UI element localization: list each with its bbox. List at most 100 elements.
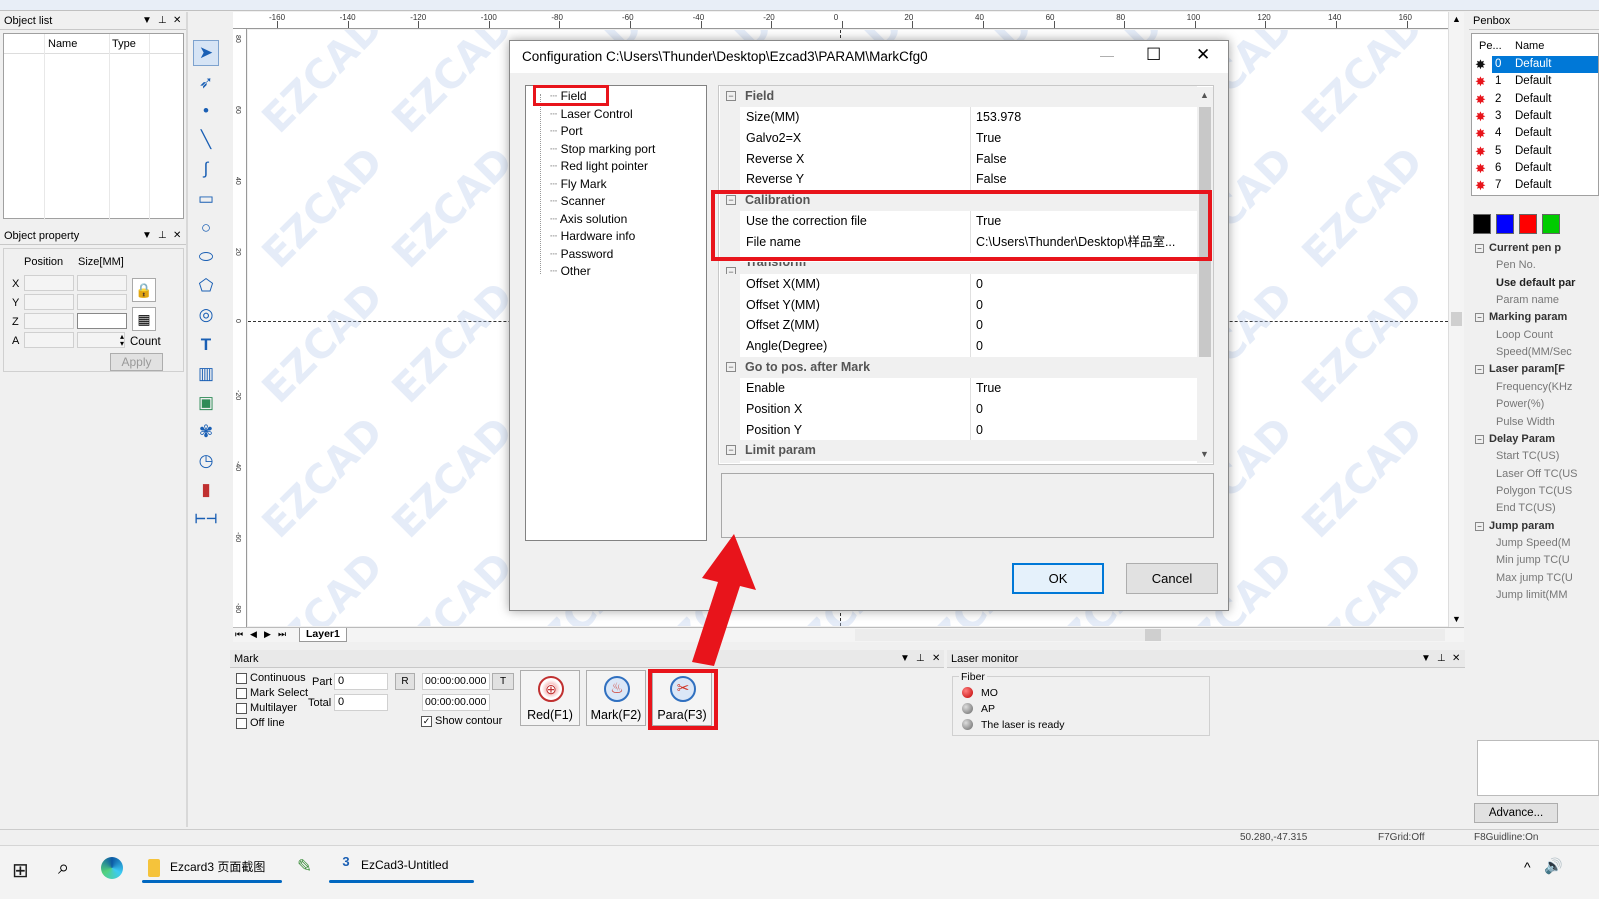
tree-item-password[interactable]: ┄ Password bbox=[550, 247, 613, 261]
pen-param-category[interactable]: − Marking param bbox=[1475, 311, 1567, 323]
next-layer-icon[interactable]: ▶ bbox=[264, 629, 271, 640]
color-swatch[interactable] bbox=[1496, 214, 1514, 234]
tree-item-fly-mark[interactable]: ┄ Fly Mark bbox=[550, 177, 607, 191]
pen-param-item[interactable]: End TC(US) bbox=[1496, 502, 1556, 514]
hscroll-thumb[interactable] bbox=[1145, 629, 1161, 641]
pen-param-category[interactable]: − Delay Param bbox=[1475, 433, 1555, 445]
pen-param-item[interactable]: Jump Speed(M bbox=[1496, 537, 1571, 549]
chevron-down-icon[interactable]: ▼ bbox=[142, 12, 152, 30]
tree-item-red-light-pointer[interactable]: ┄ Red light pointer bbox=[550, 159, 648, 173]
offline-checkbox[interactable]: Off line bbox=[236, 717, 285, 729]
close-icon[interactable]: ✕ bbox=[1196, 45, 1210, 65]
motion-icon[interactable]: ⊢⊣ bbox=[193, 506, 219, 532]
property-row[interactable]: Reverse X False bbox=[740, 148, 1197, 170]
continuous-checkbox[interactable]: Continuous bbox=[236, 672, 306, 684]
pen-param-item[interactable]: Start TC(US) bbox=[1496, 450, 1559, 462]
pen-row[interactable]: ✸ 7 Default bbox=[1472, 177, 1598, 194]
property-value[interactable]: 0 bbox=[976, 336, 1196, 357]
pin-icon[interactable]: ⊥ bbox=[1437, 650, 1446, 668]
property-value[interactable]: 0 bbox=[976, 420, 1196, 441]
pen-param-item[interactable]: Power(%) bbox=[1496, 398, 1544, 410]
minimize-icon[interactable]: — bbox=[1100, 47, 1114, 63]
pen-row[interactable]: ✸ 0 Default bbox=[1472, 56, 1598, 73]
property-row[interactable]: Offset Z(MM) 0 bbox=[740, 315, 1197, 337]
pin-icon[interactable]: ⊥ bbox=[916, 650, 925, 668]
pen-param-item[interactable]: Pulse Width bbox=[1496, 416, 1555, 428]
collapse-icon[interactable]: − bbox=[726, 362, 736, 373]
circle-icon[interactable]: ○ bbox=[193, 215, 219, 241]
pen-param-category[interactable]: − Current pen p bbox=[1475, 242, 1561, 254]
pen-row[interactable]: ✸ 2 Default bbox=[1472, 91, 1598, 108]
timer-icon[interactable]: ◷ bbox=[193, 448, 219, 474]
property-value[interactable]: False bbox=[976, 149, 1196, 170]
vector-file-icon[interactable]: ✾ bbox=[193, 419, 219, 445]
collapse-icon[interactable]: − bbox=[726, 445, 736, 456]
tree-item-axis-solution[interactable]: ┄ Axis solution bbox=[550, 212, 627, 226]
tree-item-port[interactable]: ┄ Port bbox=[550, 124, 583, 138]
pen-param-category[interactable]: − Laser param[F bbox=[1475, 363, 1565, 375]
pen-row[interactable]: ✸ 3 Default bbox=[1472, 108, 1598, 125]
pos-a-input[interactable] bbox=[24, 332, 74, 348]
text-icon[interactable]: T bbox=[193, 332, 219, 358]
collapse-icon[interactable]: − bbox=[1475, 313, 1484, 323]
io-port-icon[interactable]: ▮ bbox=[193, 477, 219, 503]
property-value[interactable]: 153.978 bbox=[976, 107, 1196, 128]
property-row[interactable]: Size(MM) 153.978 bbox=[740, 106, 1197, 128]
mark-select-checkbox[interactable]: Mark Select bbox=[236, 687, 308, 699]
close-icon[interactable]: ✕ bbox=[932, 650, 940, 668]
multilayer-checkbox[interactable]: Multilayer bbox=[236, 702, 297, 714]
dot-icon[interactable]: • bbox=[193, 98, 219, 124]
select-tool-icon[interactable]: ➤ bbox=[193, 40, 219, 66]
color-swatch[interactable] bbox=[1473, 214, 1491, 234]
pen-name-header[interactable]: Name bbox=[1515, 40, 1544, 52]
tree-item-scanner[interactable]: ┄ Scanner bbox=[550, 194, 605, 208]
scroll-up-icon[interactable]: ▲ bbox=[1200, 90, 1209, 100]
pen-param-item[interactable]: Jump limit(MM bbox=[1496, 589, 1568, 601]
pen-param-item[interactable]: Min jump TC(U bbox=[1496, 554, 1570, 566]
property-scrollbar[interactable]: ▲ ▼ bbox=[1197, 87, 1213, 463]
property-value[interactable]: 0 bbox=[976, 315, 1196, 336]
folder-icon[interactable] bbox=[148, 859, 160, 877]
first-layer-icon[interactable]: ⏮ bbox=[235, 629, 243, 640]
ellipse-icon[interactable]: ⬭ bbox=[193, 244, 219, 270]
collapse-icon[interactable]: − bbox=[726, 91, 736, 101]
tree-item-hardware-info[interactable]: ┄ Hardware info bbox=[550, 229, 635, 243]
total-input[interactable]: 0 bbox=[334, 694, 388, 711]
size-x-input[interactable] bbox=[77, 275, 127, 291]
property-row[interactable]: Offset X(MM) 0 bbox=[740, 273, 1197, 295]
property-value[interactable]: 0 bbox=[976, 295, 1196, 316]
scroll-thumb[interactable] bbox=[1451, 312, 1462, 326]
pen-param-item[interactable]: Pen No. bbox=[1496, 259, 1536, 271]
grid-anchor-icon[interactable]: ▦ bbox=[132, 307, 156, 331]
property-row[interactable]: Position Y 0 bbox=[740, 419, 1197, 441]
collapse-icon[interactable]: − bbox=[1475, 434, 1484, 444]
chevron-down-icon[interactable]: ▼ bbox=[900, 650, 910, 668]
property-row[interactable]: Reverse Y False bbox=[740, 169, 1197, 191]
category-field[interactable]: − Field bbox=[720, 86, 1197, 107]
taskbar-app1-label[interactable]: Ezcard3 页面截图 bbox=[170, 858, 265, 875]
pen-param-item[interactable]: Frequency(KHz bbox=[1496, 381, 1572, 393]
category-go-to-pos-after-mark[interactable]: − Go to pos. after Mark bbox=[720, 357, 1197, 379]
close-icon[interactable]: ✕ bbox=[173, 227, 181, 245]
col-type-header[interactable]: Type bbox=[112, 38, 136, 50]
close-icon[interactable]: ✕ bbox=[173, 12, 181, 30]
reset-button[interactable]: R bbox=[395, 673, 415, 690]
polygon-icon[interactable]: ⬠ bbox=[193, 273, 219, 299]
pen-param-grid[interactable]: − Current pen p Pen No. Use default par Para… bbox=[1471, 240, 1599, 760]
property-row[interactable]: Offset Y(MM) 0 bbox=[740, 294, 1197, 316]
property-value[interactable]: False bbox=[976, 169, 1196, 190]
pin-icon[interactable]: ⊥ bbox=[158, 227, 167, 245]
property-row[interactable]: Enable True bbox=[740, 377, 1197, 399]
pen-param-item[interactable]: Max jump TC(U bbox=[1496, 572, 1573, 584]
red-f1-button[interactable]: ⊕ Red(F1) bbox=[520, 670, 580, 726]
barcode-icon[interactable]: ▥ bbox=[193, 361, 219, 387]
tree-item-laser-control[interactable]: ┄ Laser Control bbox=[550, 107, 633, 121]
property-value[interactable]: 0 bbox=[976, 399, 1196, 420]
maximize-icon[interactable]: ☐ bbox=[1146, 45, 1161, 65]
pin-icon[interactable]: ⊥ bbox=[158, 12, 167, 30]
chevron-up-icon[interactable]: ^ bbox=[1524, 859, 1531, 875]
scroll-down-icon[interactable]: ▼ bbox=[1200, 449, 1209, 459]
category-limit-param[interactable]: − Limit param bbox=[720, 440, 1197, 462]
scroll-down-icon[interactable]: ▼ bbox=[1452, 614, 1461, 624]
tree-item-stop-marking-port[interactable]: ┄ Stop marking port bbox=[550, 142, 655, 156]
